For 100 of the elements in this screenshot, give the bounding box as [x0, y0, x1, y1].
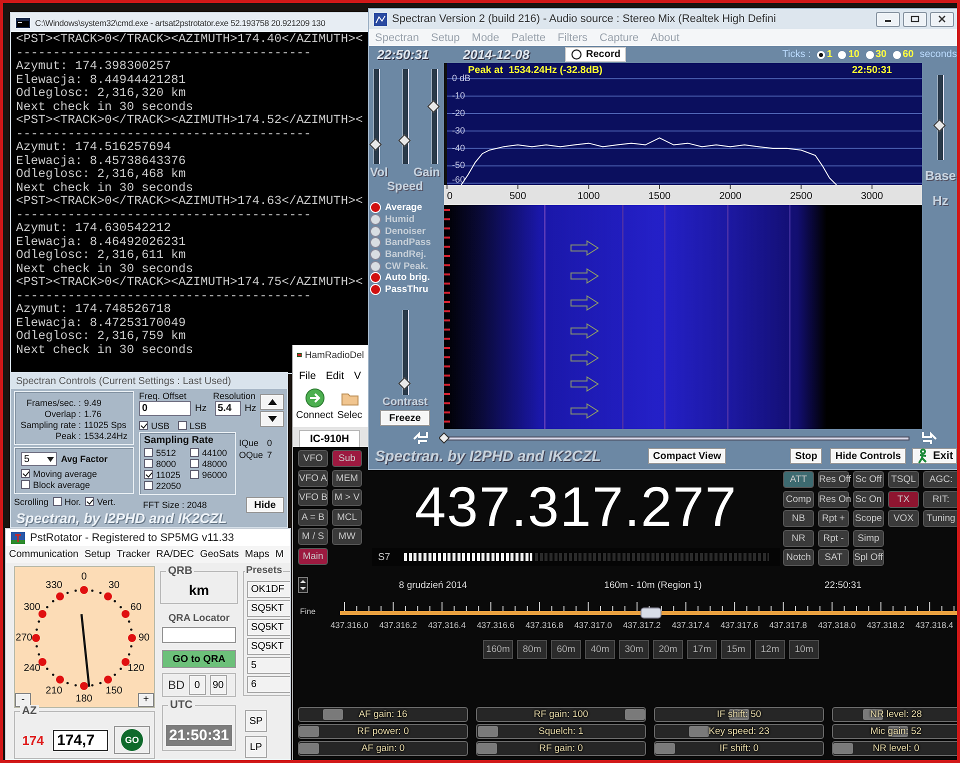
- checkbox[interactable]: [178, 421, 187, 430]
- menu-item[interactable]: GeoSats: [196, 549, 242, 560]
- radio-button[interactable]: M / S: [298, 528, 328, 546]
- locator-field[interactable]: [162, 627, 236, 643]
- slider-thumb[interactable]: [426, 100, 440, 113]
- toggle-option[interactable]: Auto brig.: [370, 272, 440, 284]
- radio-button[interactable]: Rpt -: [818, 530, 849, 546]
- radio-tab[interactable]: IC-910H: [299, 430, 360, 447]
- radio-button[interactable]: SAT: [818, 549, 849, 566]
- checkbox[interactable]: [190, 470, 199, 479]
- slider-thumb[interactable]: [322, 709, 343, 720]
- slider-thumb[interactable]: [478, 726, 498, 737]
- radio-button[interactable]: VFO A: [298, 470, 328, 487]
- band-button[interactable]: 60m: [551, 640, 581, 659]
- slider-control[interactable]: RF gain: 0: [476, 741, 646, 756]
- checkbox[interactable]: [21, 480, 30, 489]
- menu-item[interactable]: Edit: [320, 370, 348, 382]
- slider-control[interactable]: AF gain: 16: [298, 707, 468, 722]
- band-button[interactable]: 17m: [687, 640, 717, 659]
- radio-button[interactable]: VFO B: [298, 489, 328, 506]
- record-button[interactable]: Record: [565, 47, 626, 62]
- footer-button[interactable]: Compact View: [648, 448, 726, 464]
- position-slider-drawing[interactable]: [439, 432, 911, 444]
- slider-thumb[interactable]: [299, 726, 319, 737]
- radio-button[interactable]: Sc On: [853, 490, 884, 508]
- radio-button[interactable]: MW: [332, 528, 362, 546]
- band-button[interactable]: 40m: [585, 640, 615, 659]
- resolution-field[interactable]: 5.4: [214, 401, 241, 416]
- toolbar-button[interactable]: Selec: [336, 386, 364, 427]
- checkbox[interactable]: [85, 497, 94, 506]
- slider-control[interactable]: Squelch: 1: [476, 724, 646, 739]
- checkbox[interactable]: [139, 421, 148, 430]
- radio-button[interactable]: RIT:: [923, 490, 959, 508]
- freeze-button[interactable]: Freeze: [380, 410, 430, 426]
- path-button[interactable]: SP: [245, 710, 267, 732]
- hide-button[interactable]: Hide: [246, 497, 284, 513]
- menu-item[interactable]: Communication: [6, 549, 82, 560]
- menu-item[interactable]: RA/DEC: [153, 549, 197, 560]
- band-button[interactable]: 12m: [755, 640, 785, 659]
- band-button[interactable]: 80m: [517, 640, 547, 659]
- radio-button[interactable]: VOX: [888, 510, 919, 527]
- slider-thumb[interactable]: [398, 377, 410, 390]
- footer-button[interactable]: Hide Controls: [830, 448, 906, 464]
- radio-button[interactable]: Res On: [818, 490, 849, 508]
- radio-button[interactable]: ATT: [783, 471, 814, 488]
- radio-button[interactable]: NB: [783, 510, 814, 527]
- down-button[interactable]: [260, 411, 284, 427]
- checkbox[interactable]: [144, 470, 153, 479]
- slider-thumb[interactable]: [369, 138, 382, 151]
- band-button[interactable]: 15m: [721, 640, 751, 659]
- radio-button[interactable]: Res Off: [818, 471, 849, 488]
- toggle-option[interactable]: PassThru: [370, 284, 440, 296]
- preset-button[interactable]: OK1DF: [247, 581, 290, 598]
- radio-button[interactable]: Scope: [853, 510, 884, 527]
- menu-item[interactable]: Tracker: [114, 549, 154, 560]
- avg-factor-select[interactable]: 5: [21, 452, 57, 466]
- scale-thumb[interactable]: [640, 608, 662, 618]
- slider-control[interactable]: IF shift: 0: [654, 741, 824, 756]
- azimuth-field[interactable]: 174,7: [53, 730, 108, 750]
- radio-button[interactable]: Spl Off: [853, 549, 884, 566]
- preset-button[interactable]: SQ5KT: [247, 638, 290, 655]
- radio-button[interactable]: TSQL: [888, 471, 919, 488]
- slider-thumb[interactable]: [888, 726, 908, 737]
- radio-button[interactable]: Comp: [783, 490, 814, 508]
- preset-button[interactable]: SQ5KT: [247, 600, 290, 617]
- tuning-scale[interactable]: [340, 602, 960, 620]
- band-button[interactable]: 30m: [619, 640, 649, 659]
- go-button[interactable]: GO: [114, 726, 150, 754]
- radio-button[interactable]: Sub: [332, 450, 362, 467]
- checkbox[interactable]: [52, 497, 62, 506]
- menu-item[interactable]: File: [293, 370, 320, 382]
- band-button[interactable]: 20m: [653, 640, 683, 659]
- footer-button[interactable]: Exit: [912, 448, 958, 464]
- slider-control[interactable]: RF power: 0: [298, 724, 468, 739]
- slider-thumb[interactable]: [655, 743, 675, 754]
- slider-control[interactable]: Key speed: 23: [654, 724, 824, 739]
- footer-button[interactable]: Stop: [790, 448, 822, 464]
- radio-circle[interactable]: [866, 50, 874, 58]
- up-button[interactable]: [260, 394, 284, 410]
- plus-button[interactable]: +: [138, 693, 154, 707]
- menu-item[interactable]: V: [348, 370, 366, 382]
- checkbox[interactable]: [21, 469, 30, 478]
- slider-thumb[interactable]: [477, 743, 497, 754]
- radio-button[interactable]: TX: [888, 490, 919, 508]
- radio-circle[interactable]: [892, 50, 901, 58]
- slider-thumb[interactable]: [833, 743, 853, 754]
- freq-offset-field[interactable]: 0: [139, 401, 191, 416]
- menu-item[interactable]: Setup: [81, 549, 114, 560]
- menu-item[interactable]: Maps: [242, 549, 272, 560]
- checkbox[interactable]: [144, 481, 153, 490]
- slider-control[interactable]: NR level: 0: [832, 741, 960, 756]
- menu-item[interactable]: M: [272, 549, 287, 560]
- radio-button[interactable]: Rpt +: [818, 510, 849, 527]
- radio-circle[interactable]: [838, 50, 846, 58]
- checkbox[interactable]: [144, 459, 153, 468]
- band-button[interactable]: 10m: [789, 640, 819, 659]
- spinner-arrows-icon[interactable]: [298, 577, 308, 593]
- toggle-option[interactable]: Average: [370, 202, 440, 214]
- preset-button[interactable]: SQ5KT: [247, 619, 290, 636]
- close-button[interactable]: [930, 12, 954, 26]
